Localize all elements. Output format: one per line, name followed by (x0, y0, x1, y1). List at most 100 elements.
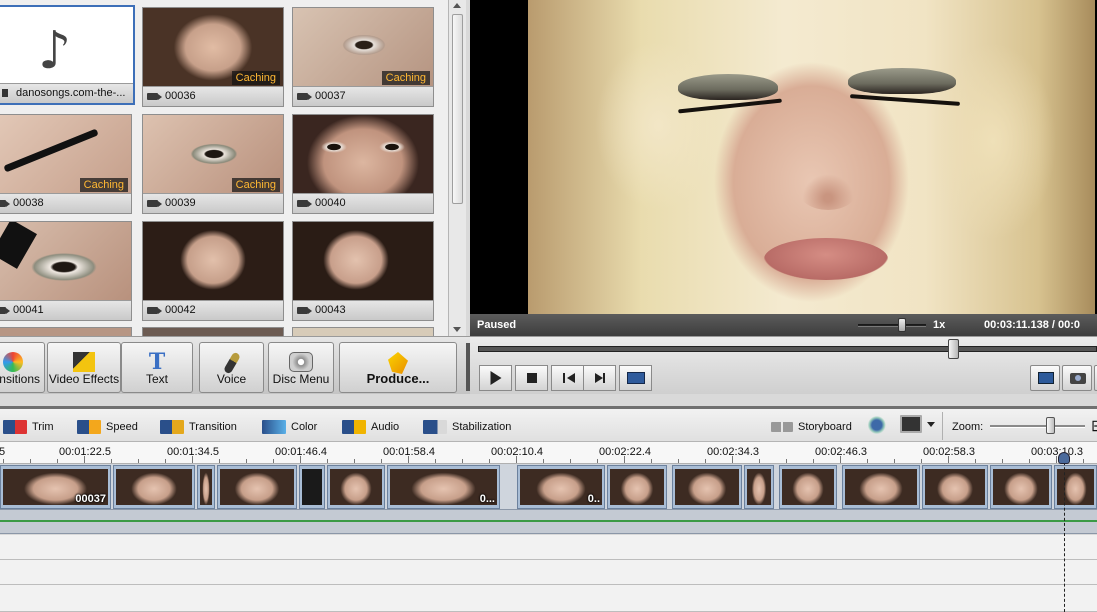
previous-frame-button[interactable] (551, 365, 584, 391)
preview-window-button[interactable] (1030, 365, 1060, 391)
stop-button[interactable] (515, 365, 548, 391)
library-item[interactable]: Caching 00038 (0, 114, 132, 214)
ruler-tick (408, 456, 409, 463)
chevron-down-icon (927, 421, 935, 427)
ruler-label: 00:02:34.3 (707, 446, 759, 458)
skip-back-icon (562, 373, 575, 383)
storyboard-button[interactable]: Storyboard (771, 418, 852, 436)
timeline-ruler[interactable]: 5 00:01:22.5 00:01:34.5 00:01:46.4 00:01… (0, 442, 1097, 464)
timeline-clip[interactable] (197, 465, 215, 509)
library-item[interactable]: Caching 00037 (292, 7, 434, 107)
timeline-clip[interactable]: 0.. (517, 465, 605, 509)
zoom-slider-handle[interactable] (1046, 417, 1055, 434)
ruler-label: 00:01:34.5 (167, 446, 219, 458)
ruler-tick (759, 459, 760, 463)
display-settings-dropdown[interactable] (900, 415, 935, 434)
disc-menu-button[interactable]: Disc Menu (268, 342, 334, 393)
speed-slider-handle[interactable] (898, 318, 906, 332)
timeline-clip[interactable] (744, 465, 774, 509)
library-item[interactable]: 00043 (292, 221, 434, 321)
video-preview[interactable] (470, 0, 1097, 314)
library-item[interactable]: 00041 (0, 221, 132, 321)
timeline-toolbar: Trim Speed Transition Color Audio Stabil… (0, 406, 1097, 442)
library-item[interactable] (0, 327, 132, 336)
seek-handle[interactable] (948, 339, 959, 359)
music-note-icon: ♪ (38, 21, 72, 81)
timeline-clip[interactable] (217, 465, 297, 509)
timeline-clip[interactable]: 00037 (0, 465, 111, 509)
ruler-tick (597, 459, 598, 463)
timeline-clip[interactable] (327, 465, 385, 509)
scroll-down-icon[interactable] (453, 327, 461, 332)
disc-menu-icon (289, 352, 313, 372)
scroll-up-icon[interactable] (453, 3, 461, 8)
scrollbar-thumb[interactable] (452, 14, 463, 204)
music-track[interactable] (0, 585, 1097, 612)
library-item[interactable]: 00040 (292, 114, 434, 214)
speed-slider[interactable] (858, 324, 926, 327)
item-name: 00042 (165, 304, 196, 316)
transition-button[interactable]: Transition (160, 418, 237, 436)
video-effects-button[interactable]: Video Effects (47, 342, 121, 393)
item-name: 00037 (315, 90, 346, 102)
panel-splitter[interactable] (466, 343, 470, 391)
seek-bar[interactable] (478, 346, 1097, 352)
library-item[interactable]: Caching 00039 (142, 114, 284, 214)
fullscreen-button[interactable] (619, 365, 652, 391)
ruler-tick (921, 459, 922, 463)
item-name: danosongs.com-the-... (16, 87, 126, 99)
ruler-tick (786, 459, 787, 463)
audio-button[interactable]: Audio (342, 418, 399, 436)
library-item[interactable]: ♪ danosongs.com-the-... (0, 5, 135, 105)
transitions-button[interactable]: ansitions (0, 342, 45, 393)
ruler-tick (948, 456, 949, 463)
audio-track[interactable] (0, 510, 1097, 534)
snapshot-button[interactable] (1062, 365, 1092, 391)
voice-button[interactable]: Voice (199, 342, 264, 393)
library-scrollbar[interactable] (448, 0, 466, 336)
ruler-tick (462, 459, 463, 463)
video-track[interactable]: 00037 0... 0.. (0, 464, 1097, 510)
volume-button[interactable] (868, 415, 895, 435)
timeline-clip[interactable] (299, 465, 325, 509)
timeline-clip[interactable] (672, 465, 742, 509)
text-button[interactable]: T Text (121, 342, 193, 393)
timeline-clip[interactable]: 0... (387, 465, 500, 509)
speaker-icon (2, 89, 8, 97)
library-item[interactable]: 00042 (142, 221, 284, 321)
play-button[interactable] (479, 365, 512, 391)
ruler-tick (678, 459, 679, 463)
produce-button[interactable]: Produce... (339, 342, 457, 393)
library-item[interactable] (142, 327, 284, 336)
video-camera-icon (147, 307, 162, 314)
timeline-clip[interactable] (922, 465, 988, 509)
stabilization-button[interactable]: Stabilization (423, 418, 511, 436)
timeline-clip[interactable] (779, 465, 837, 509)
ruler-tick (30, 459, 31, 463)
ruler-tick (543, 459, 544, 463)
ruler-tick (867, 459, 868, 463)
ruler-label: 00:01:58.4 (383, 446, 435, 458)
trim-button[interactable]: Trim (3, 418, 54, 436)
text-track[interactable] (0, 535, 1097, 560)
ruler-tick (84, 456, 85, 463)
caching-badge: Caching (231, 178, 280, 192)
next-frame-button[interactable] (583, 365, 616, 391)
stabilization-icon (423, 420, 447, 435)
timeline-clip[interactable] (113, 465, 195, 509)
library-item[interactable] (292, 327, 434, 336)
speed-button[interactable]: Speed (77, 418, 138, 436)
timeline-clip[interactable] (607, 465, 667, 509)
timeline-clip[interactable] (1054, 465, 1097, 509)
voice-track[interactable] (0, 560, 1097, 585)
ruler-tick (327, 459, 328, 463)
zoom-fit-icon[interactable]: ⊞ (1091, 419, 1097, 435)
zoom-slider[interactable] (990, 425, 1085, 428)
color-button[interactable]: Color (262, 418, 317, 436)
playhead-handle[interactable] (1058, 452, 1070, 464)
item-name: 00040 (315, 197, 346, 209)
timeline-clip[interactable] (842, 465, 920, 509)
thumbnail: Caching (0, 115, 131, 194)
timeline-clip[interactable] (990, 465, 1052, 509)
library-item[interactable]: Caching 00036 (142, 7, 284, 107)
